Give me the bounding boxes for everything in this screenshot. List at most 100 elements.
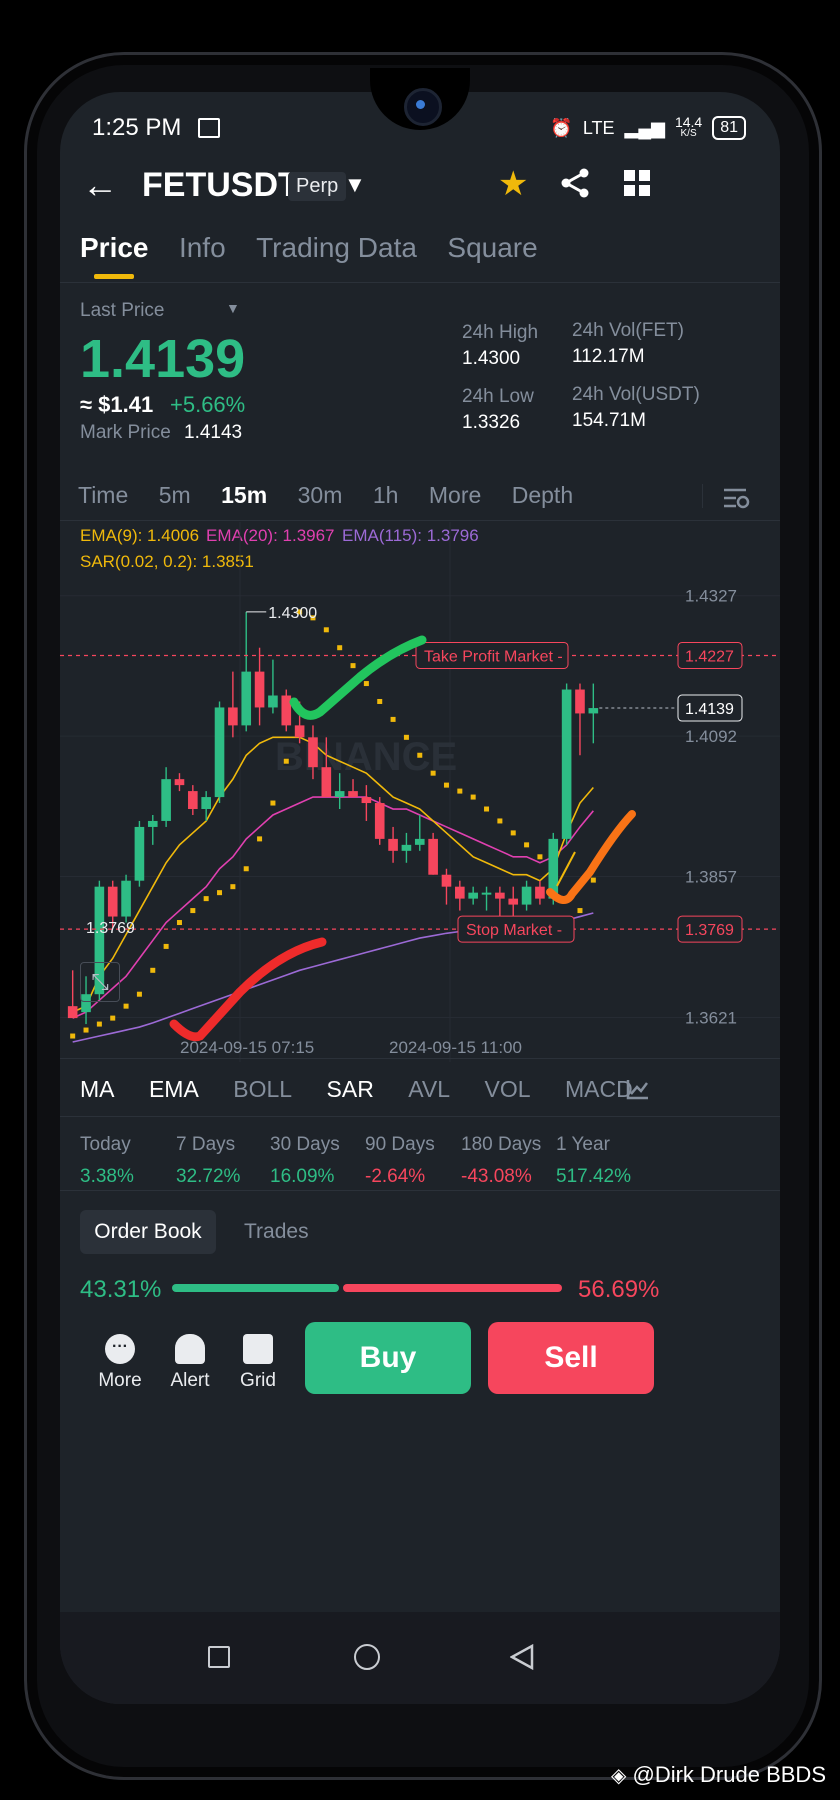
tf-5m[interactable]: 5m: [159, 482, 191, 508]
candle-body: [308, 737, 318, 768]
stop-market-label: Stop Market -: [466, 922, 562, 939]
sar-dot: [270, 800, 276, 806]
buy-button[interactable]: Buy: [305, 1322, 471, 1394]
candle-body: [134, 826, 145, 881]
perf-value: 3.38%: [80, 1166, 134, 1187]
perf-30d: 30 Days 16.09%: [270, 1134, 340, 1188]
sar-dot: [470, 794, 476, 800]
candle-body: [107, 886, 118, 917]
sell-button[interactable]: Sell: [488, 1322, 654, 1394]
last-price-dropdown-icon[interactable]: ▼: [226, 300, 240, 316]
price-change: +5.66%: [170, 392, 246, 417]
candle-body: [174, 779, 185, 786]
contract-badge: Perp: [288, 172, 347, 201]
grid-menu-icon[interactable]: [624, 170, 650, 196]
symbol-dropdown-icon[interactable]: ▼: [344, 172, 366, 198]
back-arrow-icon[interactable]: ←: [82, 164, 118, 206]
tab-price[interactable]: Price: [80, 232, 149, 263]
expand-chart-icon[interactable]: ⤡: [80, 962, 120, 1002]
grid-label: Grid: [240, 1370, 276, 1391]
chart-settings-icon[interactable]: [724, 486, 750, 510]
candlestick-chart[interactable]: BINANCE 1.43271.40921.38571.3621Take Pro…: [60, 522, 780, 1082]
share-icon[interactable]: [560, 168, 590, 198]
candle-body: [428, 838, 438, 875]
sar-dot: [110, 1015, 116, 1021]
sar-dot: [497, 818, 503, 824]
ind-avl[interactable]: AVL: [408, 1076, 450, 1102]
candle-body: [228, 707, 238, 726]
sar-dot: [96, 1021, 102, 1027]
tab-order-book[interactable]: Order Book: [80, 1210, 216, 1254]
candle-body: [214, 707, 225, 798]
sar-dot: [230, 884, 236, 890]
sar-dot: [457, 788, 463, 794]
back-nav-icon[interactable]: [510, 1644, 534, 1670]
chart-top-divider: [60, 520, 780, 521]
chart-bottom-divider: [60, 1058, 780, 1059]
sar-dot: [590, 877, 596, 883]
perf-label: 1 Year: [556, 1134, 610, 1155]
vol-fet-label: 24h Vol(FET): [572, 320, 684, 341]
tf-more[interactable]: More: [429, 482, 481, 508]
tab-square[interactable]: Square: [447, 232, 537, 263]
signal-icon: ▂▄▆: [624, 117, 665, 138]
indicator-tabs: MA EMA BOLL SAR AVL VOL MACD: [80, 1076, 663, 1103]
ratio-bar-buy: [172, 1284, 339, 1292]
ind-sar[interactable]: SAR: [327, 1076, 374, 1102]
ind-vol[interactable]: VOL: [485, 1076, 531, 1102]
candle-body: [561, 689, 572, 839]
favorite-star-icon[interactable]: ★: [498, 164, 528, 204]
perf-label: 90 Days: [365, 1134, 435, 1155]
ind-boll[interactable]: BOLL: [233, 1076, 292, 1102]
more-dots-icon: ···: [105, 1334, 135, 1364]
vol-usdt-label: 24h Vol(USDT): [572, 384, 700, 405]
tf-time[interactable]: Time: [78, 482, 128, 508]
perf-value: 32.72%: [176, 1166, 241, 1187]
mark-price: 1.4143: [184, 422, 243, 443]
perf-value: -43.08%: [461, 1166, 532, 1187]
sar-dot: [510, 830, 516, 836]
tab-info[interactable]: Info: [179, 232, 226, 263]
perf-label: 7 Days: [176, 1134, 236, 1155]
perf-label: 180 Days: [461, 1134, 542, 1155]
tf-15m[interactable]: 15m: [221, 482, 267, 508]
candle-body: [468, 892, 478, 899]
sar-dot: [323, 627, 329, 633]
net-speed: 14.4 K/S: [675, 115, 702, 140]
sar-dot: [390, 716, 396, 722]
more-button[interactable]: ··· More: [92, 1334, 148, 1392]
recents-nav-icon[interactable]: [208, 1646, 230, 1668]
tf-1h[interactable]: 1h: [373, 482, 399, 508]
indicator-settings-icon[interactable]: [626, 1078, 650, 1100]
perf-today: Today 3.38%: [80, 1134, 134, 1188]
net-speed-unit: K/S: [680, 128, 697, 139]
sar-dot: [377, 698, 383, 704]
ind-ema[interactable]: EMA: [149, 1076, 199, 1102]
price-axis-label: 1.4327: [685, 587, 737, 606]
status-icons: ⏰ LTE ▂▄▆ 14.4 K/S 81: [550, 115, 746, 140]
sar-dot: [136, 991, 142, 997]
home-nav-icon[interactable]: [354, 1644, 380, 1670]
ind-ma[interactable]: MA: [80, 1076, 115, 1102]
perf-value: -2.64%: [365, 1166, 426, 1187]
tab-trading-data[interactable]: Trading Data: [256, 232, 417, 263]
sar-dot: [443, 782, 449, 788]
candle-body: [374, 803, 385, 839]
sar-dot: [417, 752, 423, 758]
tf-30m[interactable]: 30m: [298, 482, 343, 508]
sar-dot: [123, 1003, 129, 1009]
candle-body: [588, 708, 599, 714]
alert-button[interactable]: Alert: [162, 1334, 218, 1392]
tf-depth[interactable]: Depth: [512, 482, 573, 508]
price-axis-label: 1.4092: [685, 727, 737, 746]
tab-trades[interactable]: Trades: [244, 1220, 309, 1244]
grid-button[interactable]: Grid: [230, 1334, 286, 1392]
sar-dot: [403, 734, 409, 740]
symbol-title[interactable]: FETUSDT: [142, 166, 299, 205]
sell-ratio: 56.69%: [578, 1276, 660, 1303]
alarm-icon: ⏰: [550, 117, 573, 138]
ind-macd[interactable]: MACD: [565, 1076, 633, 1102]
sar-dot: [363, 681, 369, 687]
indicator-divider: [60, 1116, 780, 1117]
perf-1y: 1 Year 517.42%: [556, 1134, 631, 1188]
